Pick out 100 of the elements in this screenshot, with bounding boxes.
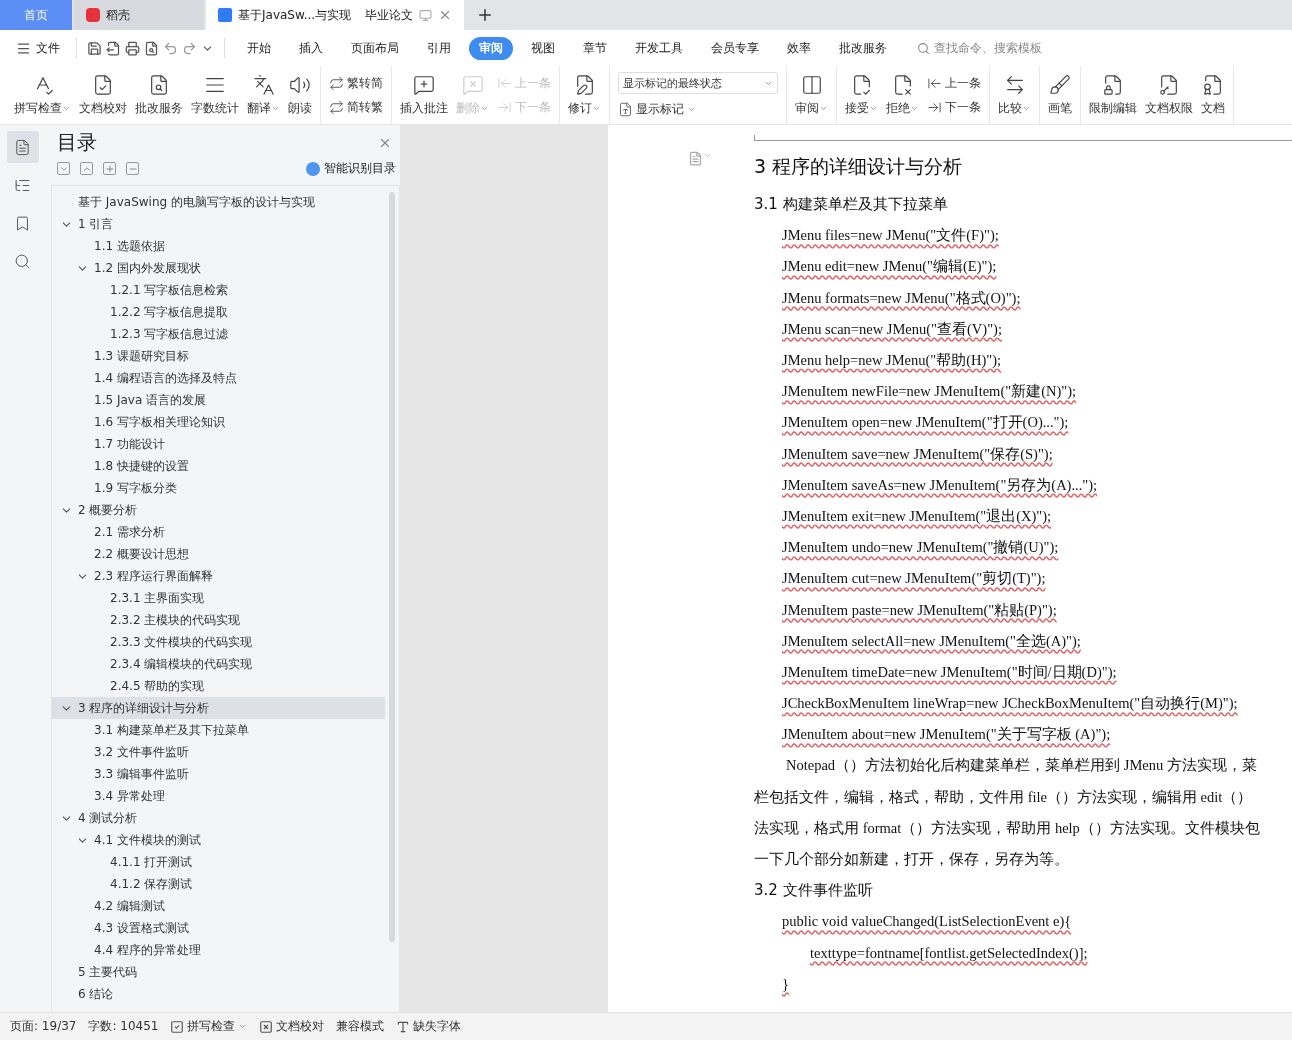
smart-toc-button[interactable]: 智能识别目录 xyxy=(306,160,396,177)
caret-icon[interactable] xyxy=(687,105,696,114)
toc-item[interactable]: 1.1 选题依据 xyxy=(52,235,385,257)
ribbon-button[interactable]: 限制编辑 xyxy=(1085,66,1141,124)
ribbon-button[interactable]: 拒绝 xyxy=(882,66,923,124)
caret-icon[interactable] xyxy=(238,1022,248,1031)
ribbon-button[interactable]: 文档 xyxy=(1197,66,1229,124)
toc-item[interactable]: 1.3 课题研究目标 xyxy=(52,345,385,367)
search-field[interactable]: 查找命令、搜索模板 xyxy=(917,39,1042,57)
columns-icon xyxy=(800,73,823,96)
toc-item[interactable]: 2.2 概要设计思想 xyxy=(52,543,385,565)
ribbon-button[interactable]: 比较 xyxy=(994,66,1035,124)
toc-item[interactable]: 4 测试分析 xyxy=(52,807,385,829)
print-icon[interactable] xyxy=(125,40,140,56)
menu-tab[interactable]: 页面布局 xyxy=(341,36,409,60)
toc-item[interactable]: 4.1.2 保存测试 xyxy=(52,873,385,895)
menu-tab[interactable]: 批改服务 xyxy=(829,36,897,60)
toc-item[interactable]: 1.2 国内外发展现状 xyxy=(52,257,385,279)
ribbon-button[interactable]: 繁转简 xyxy=(329,74,383,92)
scrollbar-thumb[interactable] xyxy=(389,192,395,942)
toc-item[interactable]: 3 程序的详细设计与分析 xyxy=(52,697,385,719)
toc-item[interactable]: 2.3 程序运行界面解释 xyxy=(52,565,385,587)
toc-item[interactable]: 5 主要代码 xyxy=(52,961,385,983)
toc-item[interactable]: 3.1 构建菜单栏及其下拉菜单 xyxy=(52,719,385,741)
document-check-icon xyxy=(92,73,114,96)
document-icon[interactable] xyxy=(688,151,712,166)
tab[interactable]: 基于JavaSw...与实现 毕业论文 xyxy=(206,0,465,30)
export-icon[interactable] xyxy=(106,40,121,56)
menu-tab[interactable]: 效率 xyxy=(777,36,821,60)
toc-item[interactable]: 1.8 快捷键的设置 xyxy=(52,455,385,477)
menu-tab[interactable]: 引用 xyxy=(417,36,461,60)
toc-item[interactable]: 1.7 功能设计 xyxy=(52,433,385,455)
ribbon-button[interactable]: 文档权限 xyxy=(1141,66,1197,124)
toc-item[interactable]: 1.2.3 写字板信息过滤 xyxy=(52,323,385,345)
missing-font-button[interactable]: 缺失字体 xyxy=(396,1018,462,1035)
toc-item[interactable]: 6 结论 xyxy=(52,983,385,1005)
toc-item[interactable]: 4.1.1 打开测试 xyxy=(52,851,385,873)
toc-item[interactable]: 1.4 编程语言的选择及特点 xyxy=(52,367,385,389)
document-icon[interactable] xyxy=(6,131,39,163)
collapse-icon[interactable] xyxy=(57,162,70,175)
spell-check-button[interactable]: 拼写检查 xyxy=(170,1018,248,1035)
toc-item[interactable]: 2.1 需求分析 xyxy=(52,521,385,543)
docer-logo-icon xyxy=(86,8,100,22)
minus-icon[interactable] xyxy=(126,162,139,175)
toc-item[interactable]: 2 概要分析 xyxy=(52,499,385,521)
toc-item[interactable]: 2.3.2 主模块的代码实现 xyxy=(52,609,385,631)
ribbon-button[interactable]: 接受 xyxy=(841,66,882,124)
code-line: JMenuItem selectAll=new JMenuItem("全选(A)"); xyxy=(781,631,1082,651)
expand-icon[interactable] xyxy=(80,162,93,175)
menu-tab[interactable]: 开始 xyxy=(237,36,281,60)
ribbon-button[interactable]: 修订 xyxy=(564,66,605,124)
menu-tab[interactable]: 视图 xyxy=(521,36,565,60)
document-search-icon xyxy=(148,73,170,96)
ribbon-button[interactable]: 审阅 xyxy=(791,66,832,124)
monitor-icon[interactable] xyxy=(419,8,433,22)
toc-item[interactable]: 1.9 写字板分类 xyxy=(52,477,385,499)
toc-item[interactable]: 1.6 写字板相关理论知识 xyxy=(52,411,385,433)
toc-item[interactable]: 基于 JavaSwing 的电脑写字板的设计与实现 xyxy=(52,191,385,213)
toc-item[interactable]: 3.3 编辑事件监听 xyxy=(52,763,385,785)
ribbon-button[interactable]: 下一条 xyxy=(927,98,981,116)
toc-item[interactable]: 3.2 文件事件监听 xyxy=(52,741,385,763)
ribbon-button[interactable]: 插入批注 xyxy=(396,66,452,124)
toc-item[interactable]: 4.4 程序的异常处理 xyxy=(52,939,385,961)
toc-item[interactable]: 2.3.3 文件模块的代码实现 xyxy=(52,631,385,653)
toc-item[interactable]: 2.3.1 主界面实现 xyxy=(52,587,385,609)
toc-item[interactable]: 1.2.2 写字板信息提取 xyxy=(52,301,385,323)
menu-tab[interactable]: 开发工具 xyxy=(625,36,693,60)
toc-item[interactable]: 3.4 异常处理 xyxy=(52,785,385,807)
proofread-button[interactable]: 文档校对 xyxy=(259,1018,325,1035)
paragraph-line: 栏包括文件，编辑，格式，帮助，文件用 file（）方法实现，编辑用 edit（） xyxy=(754,787,1254,807)
toc-item[interactable]: 1.5 Java 语言的发展 xyxy=(52,389,385,411)
toc-item[interactable]: 2.3.4 编辑模块的代码实现 xyxy=(52,653,385,675)
toc-item[interactable]: 2.4.5 帮助的实现 xyxy=(52,675,385,697)
markup-select[interactable]: 显示标记的最终状态 xyxy=(618,72,778,94)
tab[interactable]: 稻壳 xyxy=(74,0,204,30)
ribbon-button[interactable]: 批改服务 xyxy=(131,66,187,124)
ribbon-button[interactable]: 字数统计 xyxy=(187,66,243,124)
ribbon-button[interactable]: 文档校对 xyxy=(75,66,131,124)
menu-tab[interactable]: 插入 xyxy=(289,36,333,60)
ribbon-button[interactable]: 拼写检查 xyxy=(10,66,75,124)
ribbon-button[interactable]: 翻译 xyxy=(243,66,284,124)
plus-icon[interactable] xyxy=(103,162,116,175)
code-line: JMenu formats=new JMenu("格式(O)"); xyxy=(781,288,1022,308)
preview-icon[interactable] xyxy=(144,40,159,56)
ribbon-button[interactable]: 上一条 xyxy=(927,74,981,92)
ribbon-button[interactable]: 朗读 xyxy=(284,66,316,124)
toc-item[interactable]: 4.3 设置格式测试 xyxy=(52,917,385,939)
ribbon-button[interactable]: 简转繁 xyxy=(329,98,383,116)
menu-tab[interactable]: 会员专享 xyxy=(701,36,769,60)
file-menu[interactable]: 文件 xyxy=(10,39,66,57)
toc-item[interactable]: 1 引言 xyxy=(52,213,385,235)
save-icon[interactable] xyxy=(87,40,102,56)
toc-item[interactable]: 4.2 编辑测试 xyxy=(52,895,385,917)
ribbon-button[interactable]: 显示标记 xyxy=(618,101,778,118)
menu-tab[interactable]: 章节 xyxy=(573,36,617,60)
toc-item[interactable]: 4.1 文件模块的测试 xyxy=(52,829,385,851)
ribbon-button[interactable]: 画笔 xyxy=(1044,66,1076,124)
toc-item[interactable]: 1.2.1 写字板信息检索 xyxy=(52,279,385,301)
redo-icon[interactable] xyxy=(182,40,197,56)
paragraph-line: 法实现，格式用 format（）方法实现，帮助用 help（）方法实现。文件模块包 xyxy=(754,818,1261,838)
